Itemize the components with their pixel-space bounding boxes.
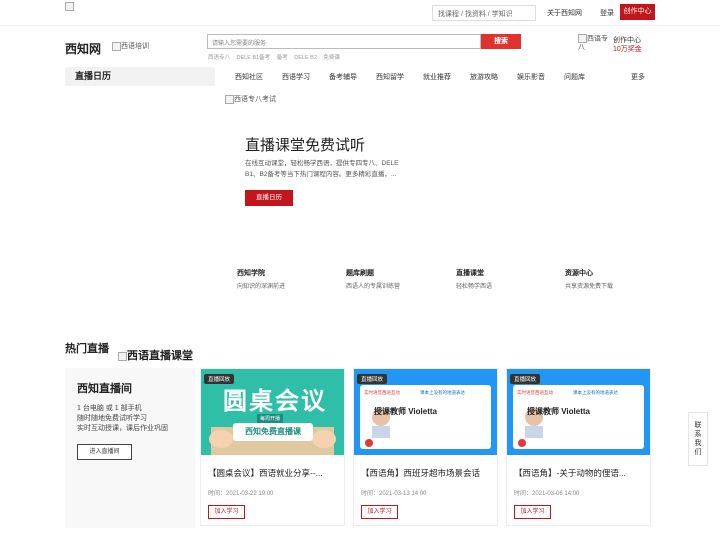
live-calendar-heading[interactable]: 直播日历 [65, 67, 215, 86]
banner-alt-text: 西语专八考试 [234, 96, 276, 103]
nav-item[interactable]: 旅游攻略 [470, 72, 498, 82]
card-title[interactable]: 【圆桌会议】西语就业分享--... [208, 467, 340, 479]
card-title[interactable]: 【西语角】-关于动物的俚语... [514, 467, 646, 479]
nav-item[interactable]: 西知留学 [376, 72, 404, 82]
thumb-title: 圆桌会议 [223, 388, 327, 415]
nav-item[interactable]: 娱乐影音 [517, 72, 545, 82]
card-title[interactable]: 【西语角】西班牙超市场景会话 [361, 467, 493, 479]
hot-keyword[interactable]: 西语专八 [208, 55, 230, 61]
hot-keyword[interactable]: DELE B2 [294, 55, 317, 61]
enter-live-room-button[interactable]: 进入直播间 [77, 444, 132, 460]
live-room-line: 1 台电脑 或 1 部手机 [77, 405, 142, 412]
feature-subtitle: 轻松畅学西语 [456, 284, 493, 290]
join-study-button[interactable]: 加入学习 [208, 505, 245, 519]
nav-item[interactable]: 问题库 [564, 72, 585, 82]
nav-more[interactable]: 更多 [631, 72, 645, 82]
contact-us-label: 联系我们 [694, 422, 702, 456]
about-link[interactable]: 关于西知网 [547, 8, 582, 18]
banner-description: 在线互动课堂，轻松畅学西语，提供专四专八、DELE B1、B2备考等当下热门课程… [245, 160, 399, 178]
thumb-title: 授课教师 Violetta [527, 407, 590, 416]
logo-alt-text: 西语培训 [121, 43, 149, 50]
hot-live-title: 热门直播 [65, 343, 109, 355]
contact-us-float[interactable]: 联系我们 [688, 412, 708, 466]
feature-subtitle: 向知识的深渊前进 [237, 284, 286, 290]
hot-keyword[interactable]: 免费课 [323, 55, 340, 61]
live-class-alt-text: 西语直播课堂 [127, 350, 193, 362]
replay-badge: 直播回放 [357, 374, 388, 384]
main-search-input[interactable]: 请输入您需要的服务 [207, 34, 481, 49]
thumb-tag: 每周开播 [257, 414, 284, 423]
search-button[interactable]: 搜索 [481, 34, 521, 49]
creator-reward: 10万奖金 [613, 46, 642, 53]
feature-subtitle: 共享资源免费下载 [565, 284, 614, 290]
nav-item[interactable]: 备考辅导 [329, 72, 357, 82]
card-time: 时间：2021-03-22 19:00 [208, 491, 274, 497]
broken-image-icon [112, 41, 121, 51]
banner-title: 直播课堂免费试听 [245, 137, 366, 154]
feature-title[interactable]: 资源中心 [565, 268, 593, 278]
feature-title[interactable]: 题库刷题 [346, 268, 374, 278]
broken-image-icon [225, 94, 234, 104]
nav-item[interactable]: 西知社区 [235, 72, 263, 82]
card-thumbnail[interactable]: 直播回放 实时语音西语互动 课本上没有的地道表达 授课教师 Violetta [354, 369, 497, 455]
thumb-tag: 实时语音西语互动 [517, 390, 553, 395]
thumb-title: 授课教师 Violetta [374, 407, 437, 416]
create-center-button[interactable]: 创作中心 [620, 4, 655, 20]
feature-subtitle: 西语人的专属训练营 [346, 284, 401, 290]
feature-title[interactable]: 西知学院 [237, 268, 265, 278]
banner-image-alt: 西语专八考试 [225, 94, 276, 104]
hot-keyword[interactable]: DELE B1备考 [237, 55, 271, 61]
thumb-subtitle: 西知免费直播课 [245, 427, 301, 436]
creator-image-alt: 西语专八 [578, 34, 612, 52]
live-room-title: 西知直播间 [77, 383, 132, 395]
top-bar: 找课程 / 找资料 / 学知识 关于西知网 登录 创作中心 [0, 0, 720, 26]
live-calendar-button[interactable]: 直播日历 [245, 190, 293, 206]
live-room-line: 实时互动授课，课后作业巩固 [77, 425, 168, 432]
card-thumbnail[interactable]: 直播回放 圆桌会议 每周开播 西知免费直播课 [201, 369, 344, 455]
card-thumbnail[interactable]: 直播回放 实时语音西语互动 课本上没有的地道表达 授课教师 Violetta [507, 369, 650, 455]
broken-image-icon [118, 351, 127, 361]
thumb-subtitle: 课本上没有的地道表达 [573, 390, 618, 395]
hot-keyword[interactable]: 备考 [277, 55, 288, 61]
logo-image-alt: 西语培训 [112, 41, 149, 51]
thumb-tag: 实时语音西语互动 [364, 390, 400, 395]
replay-badge: 直播回放 [510, 374, 541, 384]
live-room-line: 随时随地免费试听学习 [77, 415, 147, 422]
live-class-image-alt: 西语直播课堂 [118, 347, 193, 363]
broken-image-icon [578, 34, 587, 43]
top-search-input[interactable]: 找课程 / 找资料 / 学知识 [432, 5, 536, 21]
nav-item[interactable]: 西语学习 [282, 72, 310, 82]
feature-title[interactable]: 直播课堂 [456, 268, 484, 278]
thumb-subtitle: 课本上没有的地道表达 [420, 390, 465, 395]
site-logo[interactable]: 西知网 [65, 40, 101, 57]
card-time: 时间：2021-03-13 14:00 [361, 491, 427, 497]
card-time: 时间：2021-03-06 14:00 [514, 491, 580, 497]
join-study-button[interactable]: 加入学习 [361, 505, 398, 519]
nav-item[interactable]: 就业推荐 [423, 72, 451, 82]
live-card[interactable]: 直播回放 实时语音西语互动 课本上没有的地道表达 授课教师 Violetta 【… [506, 368, 651, 526]
live-card[interactable]: 直播回放 实时语音西语互动 课本上没有的地道表达 授课教师 Violetta 【… [353, 368, 498, 526]
join-study-button[interactable]: 加入学习 [514, 505, 551, 519]
hot-keywords: 西语专八 DELE B1备考 备考 DELE B2 免费课 [208, 53, 345, 61]
site-banner-image [65, 2, 74, 11]
live-card[interactable]: 直播回放 圆桌会议 每周开播 西知免费直播课 【圆桌会议】西语就业分享--...… [200, 368, 345, 526]
login-link[interactable]: 登录 [600, 8, 614, 18]
